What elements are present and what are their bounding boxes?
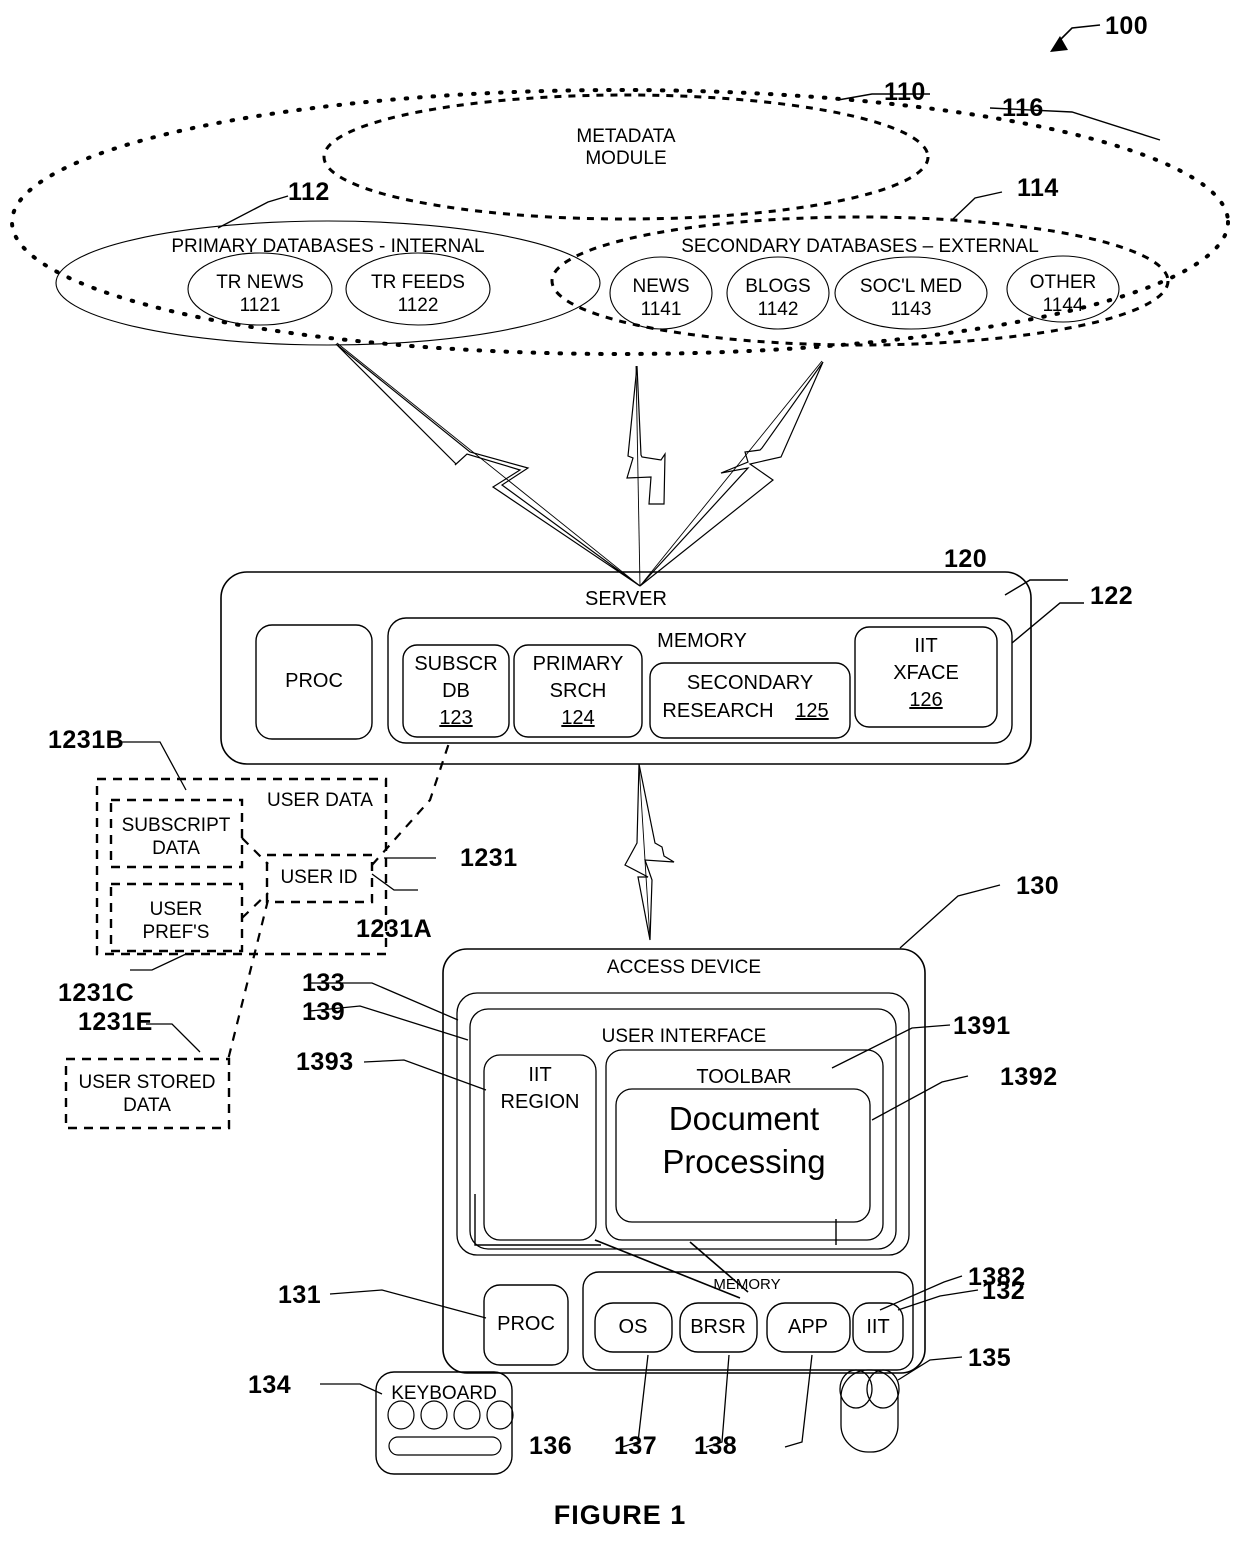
ref-1391: 1391 xyxy=(953,1012,1011,1040)
db-node-other-label: OTHER xyxy=(1029,272,1097,293)
ref-138: 138 xyxy=(694,1432,738,1460)
primary-databases-title: PRIMARY DATABASES - INTERNAL xyxy=(171,236,485,257)
wireless-link-device xyxy=(624,763,675,941)
subscr-db-line1: SUBSCR xyxy=(414,653,498,675)
metadata-module-line2: MODULE xyxy=(585,148,667,169)
server-title: SERVER xyxy=(585,588,667,610)
ref-134: 134 xyxy=(248,1371,292,1399)
screen-bracket-marks xyxy=(474,1194,837,1246)
metadata-module-line1: METADATA xyxy=(576,126,676,147)
db-node-news-ref: 1141 xyxy=(640,299,682,320)
db-node-other-ref: 1144 xyxy=(1042,295,1084,316)
user-data-leader-lines xyxy=(120,741,436,1053)
document-processing-line1: Document xyxy=(668,1100,820,1137)
db-node-tr-feeds-ref: 1122 xyxy=(397,295,439,316)
primary-srch-line2: SRCH xyxy=(549,680,607,702)
secondary-databases-title: SECONDARY DATABASES – EXTERNAL xyxy=(681,236,1039,257)
wireless-converge-lines xyxy=(336,342,823,587)
user-stored-data-line1: USER STORED xyxy=(78,1072,216,1093)
ref-135: 135 xyxy=(968,1344,1012,1372)
secondary-research-ref: 125 xyxy=(795,700,829,722)
user-stored-data-box xyxy=(64,1057,231,1130)
wireless-link-left xyxy=(335,343,641,587)
wireless-device-line xyxy=(638,763,651,941)
db-node-news-label: NEWS xyxy=(632,276,690,297)
primary-srch-ref: 124 xyxy=(561,707,595,729)
iit-region-line2: REGION xyxy=(500,1091,580,1113)
subscript-data-line2: DATA xyxy=(152,838,200,859)
ref-133: 133 xyxy=(302,969,346,997)
user-id-label: USER ID xyxy=(280,867,358,888)
iit-xface-line1: IIT xyxy=(914,635,938,657)
ref-122: 122 xyxy=(1090,582,1134,610)
secondary-research-line2: RESEARCH xyxy=(662,700,774,722)
ref-1231E: 1231E xyxy=(78,1008,153,1036)
ref-100: 100 xyxy=(1105,12,1149,40)
user-stored-data-line2: DATA xyxy=(123,1095,171,1116)
db-node-blogs-ref: 1142 xyxy=(757,299,799,320)
user-prefs-line2: PREF'S xyxy=(142,922,210,943)
server-proc-label: PROC xyxy=(285,670,343,692)
device-memory-title: MEMORY xyxy=(713,1276,781,1293)
ref-136: 136 xyxy=(529,1432,573,1460)
device-memory-iit-label: IIT xyxy=(866,1316,890,1338)
subscript-data-line1: SUBSCRIPT xyxy=(121,815,231,836)
ref-130: 130 xyxy=(1016,872,1060,900)
patent-figure-page: 100 110 116 112 114 METADATA MODULE PRIM… xyxy=(0,0,1240,1556)
subscr-db-ref: 123 xyxy=(439,707,473,729)
db-node-blogs-label: BLOGS xyxy=(745,276,811,297)
db-node-tr-feeds-label: TR FEEDS xyxy=(371,272,465,293)
primary-srch-line1: PRIMARY xyxy=(532,653,624,675)
user-data-title: USER DATA xyxy=(267,790,373,811)
ref-1393: 1393 xyxy=(296,1048,354,1076)
figure-caption: FIGURE 1 xyxy=(553,1500,687,1530)
iit-region-line1: IIT xyxy=(528,1064,552,1086)
keyboard-keys xyxy=(387,1400,514,1456)
ref-112: 112 xyxy=(288,178,330,206)
ref-1231B: 1231B xyxy=(48,726,125,754)
wireless-link-center xyxy=(626,365,666,505)
ref-131: 131 xyxy=(278,1281,322,1309)
server-leader-lines xyxy=(1004,579,1084,644)
device-memory-os-label: OS xyxy=(618,1316,648,1338)
ref-137: 137 xyxy=(614,1432,658,1460)
document-processing-line2: Processing xyxy=(662,1143,826,1180)
ref-116: 116 xyxy=(1002,94,1044,122)
db-node-tr-news-ref: 1121 xyxy=(239,295,281,316)
ref-1231C: 1231C xyxy=(58,979,135,1007)
db-node-tr-news-label: TR NEWS xyxy=(216,272,304,293)
iit-xface-line2: XFACE xyxy=(893,662,959,684)
ref-139: 139 xyxy=(302,998,346,1026)
ref-114: 114 xyxy=(1017,174,1059,202)
toolbar-label: TOOLBAR xyxy=(696,1066,792,1088)
device-proc-label: PROC xyxy=(497,1313,555,1335)
mouse-body[interactable] xyxy=(839,1369,900,1453)
user-prefs-line1: USER xyxy=(149,899,203,920)
db-node-socl-med-ref: 1143 xyxy=(890,299,932,320)
ref-1231A: 1231A xyxy=(356,915,433,943)
system-ref-arrow xyxy=(1050,24,1101,52)
device-memory-app-label: APP xyxy=(787,1316,829,1338)
ref-132: 132 xyxy=(982,1277,1026,1305)
device-memory-brsr-label: BRSR xyxy=(690,1316,746,1338)
access-device-title: ACCESS DEVICE xyxy=(606,957,762,978)
ref-1392: 1392 xyxy=(1000,1063,1058,1091)
iit-xface-ref: 126 xyxy=(909,689,943,711)
keyboard-label: KEYBOARD xyxy=(391,1383,497,1404)
secondary-research-line1: SECONDARY xyxy=(686,672,814,694)
subscr-db-line2: DB xyxy=(442,680,470,702)
ref-110: 110 xyxy=(884,78,926,106)
db-node-socl-med-label: SOC'L MED xyxy=(859,276,963,297)
wireless-link-right xyxy=(639,361,824,587)
ref-120: 120 xyxy=(944,545,988,573)
ref-1231: 1231 xyxy=(460,844,518,872)
server-memory-title: MEMORY xyxy=(657,630,747,652)
user-interface-title: USER INTERFACE xyxy=(601,1026,767,1047)
